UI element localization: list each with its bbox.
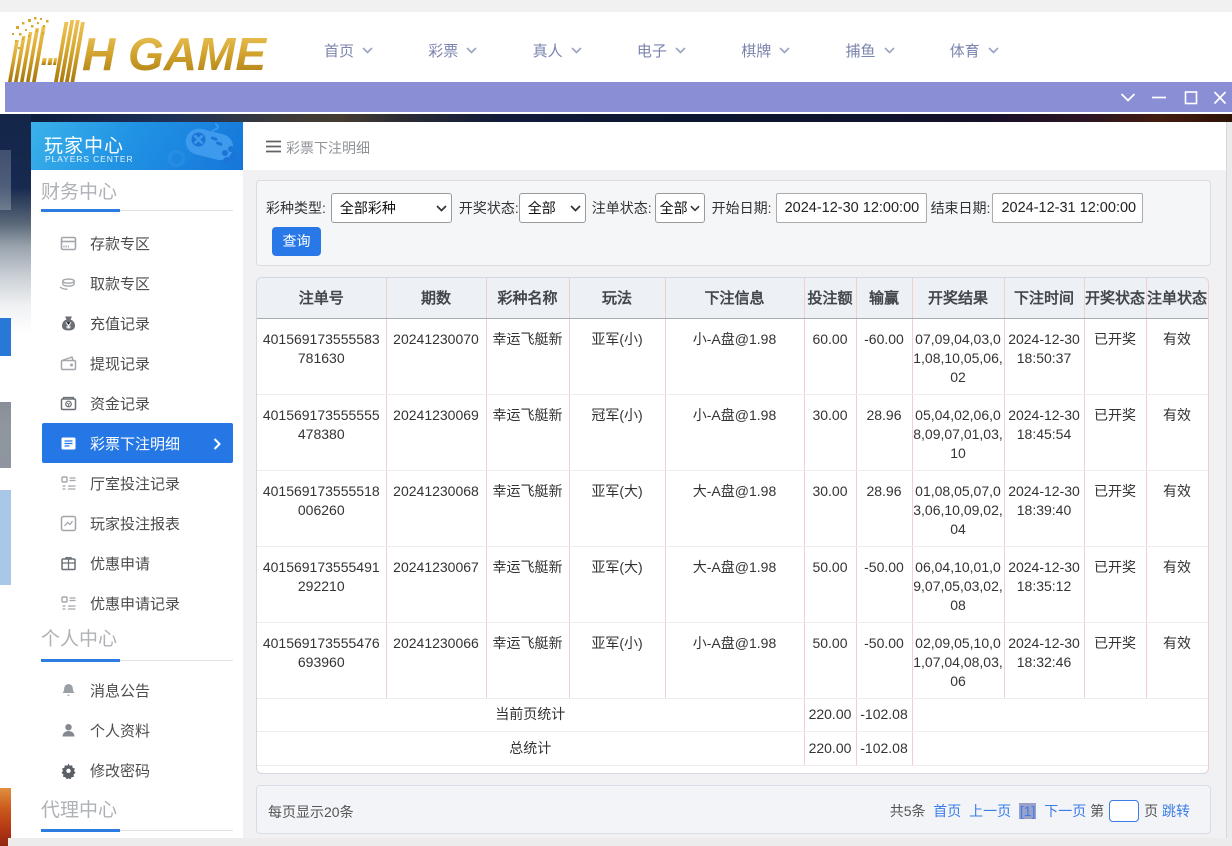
svg-text:H GAME: H GAME (82, 28, 267, 80)
